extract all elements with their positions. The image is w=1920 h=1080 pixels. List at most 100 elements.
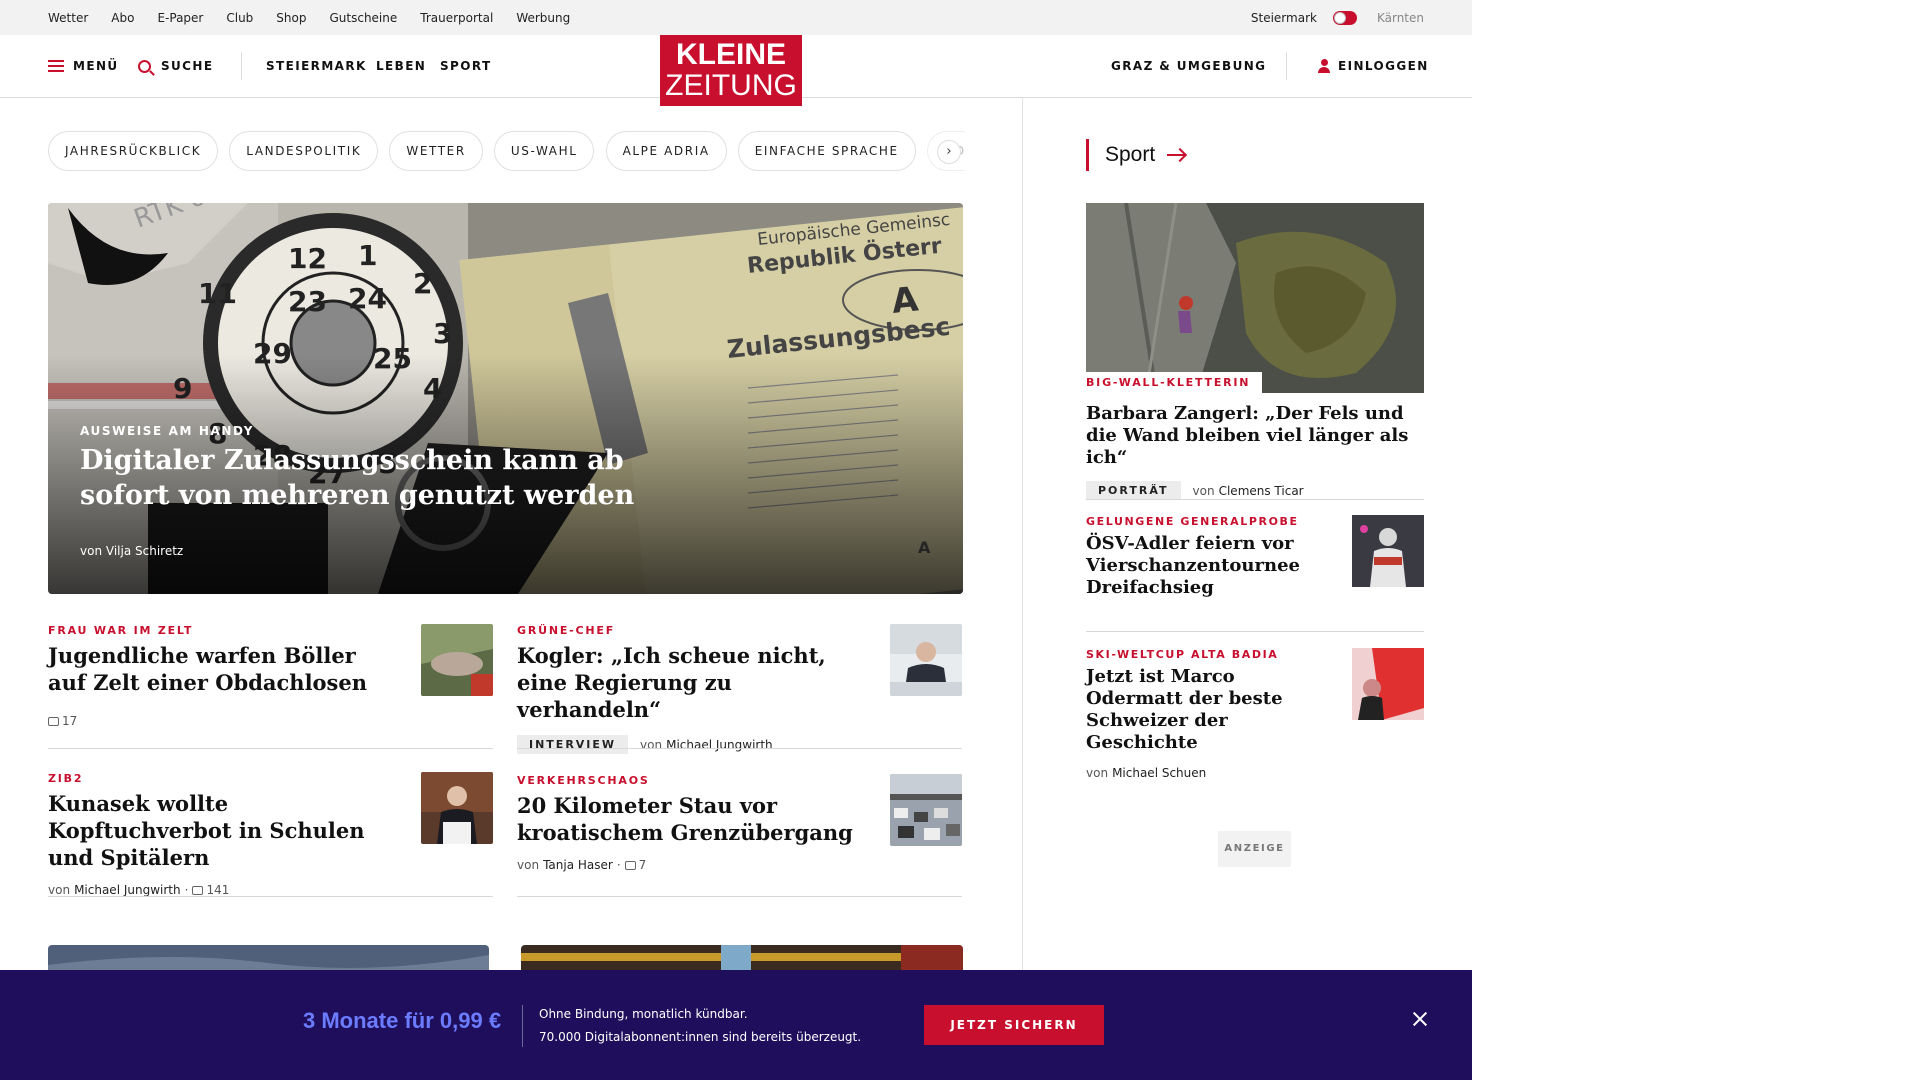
- teaser-article[interactable]: GRÜNE-CHEF Kogler: „Ich scheue nicht, ei…: [517, 624, 962, 754]
- chip-landespolitik[interactable]: LANDESPOLITIK: [229, 131, 379, 171]
- utility-link-wetter[interactable]: Wetter: [48, 11, 88, 25]
- logo-line1: KLEINE: [675, 38, 786, 71]
- teaser-author[interactable]: Michael Jungwirth: [666, 738, 773, 752]
- utility-link-abo[interactable]: Abo: [111, 11, 134, 25]
- hero-title[interactable]: Digitaler Zulassungsschein kann ab sofor…: [80, 443, 640, 513]
- chip-alpe-adria[interactable]: ALPE ADRIA: [605, 131, 727, 171]
- format-badge: INTERVIEW: [517, 735, 629, 754]
- region-steiermark[interactable]: Steiermark: [1251, 11, 1317, 25]
- comment-count[interactable]: 17: [62, 714, 77, 728]
- section-title: Sport: [1105, 143, 1156, 166]
- sport-article[interactable]: SKI-WELTCUP ALTA BADIA Jetzt ist Marco O…: [1086, 648, 1424, 780]
- hero-author[interactable]: Vilja Schiretz: [106, 544, 183, 558]
- sport-title[interactable]: Jetzt ist Marco Odermatt der beste Schwe…: [1086, 666, 1336, 754]
- teaser-article[interactable]: ZIB2 Kunasek wollte Kopftuchverbot in Sc…: [48, 772, 493, 897]
- teaser-meta: INTERVIEW von Michael Jungwirth: [517, 735, 962, 754]
- teaser-thumbnail: [421, 772, 493, 844]
- teaser-by: von: [48, 883, 71, 897]
- utility-link-trauerportal[interactable]: Trauerportal: [420, 11, 493, 25]
- subscribe-button[interactable]: JETZT SICHERN: [924, 1005, 1104, 1045]
- sport-title[interactable]: ÖSV-Adler feiern vor Vierschanzentournee…: [1086, 533, 1336, 599]
- chip-wetter[interactable]: WETTER: [389, 131, 483, 171]
- hero-kicker: AUSWEISE AM HANDY: [80, 424, 254, 438]
- arrow-right-icon: [1167, 154, 1186, 156]
- column-divider: [1022, 98, 1023, 970]
- main-header: MENÜ SUCHE STEIERMARK LEBEN SPORT KLEINE…: [0, 35, 1472, 106]
- teaser-title[interactable]: 20 Kilometer Stau vor kroatischem Grenzü…: [517, 792, 862, 846]
- sport-lead-kicker: BIG-WALL-KLETTERIN: [1086, 372, 1263, 394]
- teaser-author[interactable]: Tanja Haser: [543, 858, 613, 872]
- teaser-by: von: [640, 737, 663, 752]
- teaser-title[interactable]: Kogler: „Ich scheue nicht, eine Regierun…: [517, 642, 862, 723]
- teaser-thumbnail: [890, 624, 962, 696]
- svg-text:23: 23: [288, 285, 327, 318]
- svg-text:11: 11: [198, 277, 237, 310]
- hero-byline: von Vilja Schiretz: [80, 544, 183, 558]
- sport-article[interactable]: GELUNGENE GENERALPROBE ÖSV-Adler feiern …: [1086, 515, 1424, 632]
- location-selector[interactable]: GRAZ & UMGEBUNG: [1111, 35, 1266, 97]
- topic-chips: JAHRESRÜCKBLICK LANDESPOLITIK WETTER US-…: [48, 131, 965, 171]
- promo-divider: [522, 1005, 523, 1047]
- sport-by: von: [1192, 483, 1215, 498]
- chip-jahresrueckblick[interactable]: JAHRESRÜCKBLICK: [48, 131, 219, 171]
- sport-thumbnail: [1352, 648, 1424, 720]
- svg-text:2: 2: [413, 267, 432, 300]
- teaser-article[interactable]: VERKEHRSCHAOS 20 Kilometer Stau vor kroa…: [517, 774, 962, 897]
- teaser-thumbnail: [890, 774, 962, 846]
- sport-author[interactable]: Clemens Ticar: [1219, 484, 1304, 498]
- utility-link-club[interactable]: Club: [226, 11, 253, 25]
- utility-bar: Wetter Abo E-Paper Club Shop Gutscheine …: [0, 0, 1472, 35]
- teaser-title[interactable]: Kunasek wollte Kopftuchverbot in Schulen…: [48, 790, 393, 871]
- search-button[interactable]: SUCHE: [138, 35, 213, 97]
- nav-sport[interactable]: SPORT: [440, 35, 492, 97]
- search-icon: [138, 59, 151, 73]
- sport-author[interactable]: Michael Schuen: [1112, 766, 1206, 780]
- menu-button[interactable]: MENÜ: [48, 35, 119, 97]
- empty-gutter: [1472, 0, 1920, 1080]
- hero-article[interactable]: 1212 3411 9828 275 232425 29 Europäische…: [48, 203, 963, 594]
- format-badge: PORTRÄT: [1086, 481, 1181, 500]
- svg-text:24: 24: [348, 282, 387, 315]
- sport-lead-article[interactable]: Barbara Zangerl: „Der Fels und die Wand …: [1086, 403, 1424, 500]
- nav-leben[interactable]: LEBEN: [376, 35, 426, 97]
- comment-count[interactable]: 7: [639, 858, 647, 872]
- svg-text:1: 1: [358, 239, 377, 272]
- teaser-article[interactable]: FRAU WAR IM ZELT Jugendliche warfen Böll…: [48, 624, 493, 749]
- teaser-title[interactable]: Jugendliche warfen Böller auf Zelt einer…: [48, 642, 393, 696]
- chevron-right-icon[interactable]: ›: [937, 140, 961, 164]
- comment-icon: [624, 860, 636, 870]
- teaser-meta: von Michael Jungwirth · 141: [48, 883, 493, 897]
- section-header-sport[interactable]: Sport: [1086, 139, 1186, 171]
- close-icon[interactable]: [1412, 1011, 1428, 1027]
- comment-icon: [192, 885, 204, 895]
- login-label: EINLOGGEN: [1338, 59, 1429, 73]
- region-switch: Steiermark Kärnten: [1251, 0, 1424, 35]
- teaser-author[interactable]: Michael Jungwirth: [74, 883, 181, 897]
- comment-count[interactable]: 141: [206, 883, 229, 897]
- utility-link-shop[interactable]: Shop: [276, 11, 306, 25]
- header-divider-right: [1286, 52, 1287, 80]
- utility-link-gutscheine[interactable]: Gutscheine: [329, 11, 397, 25]
- toggle-knob: [1333, 11, 1346, 24]
- nav-steiermark[interactable]: STEIERMARK: [266, 35, 367, 97]
- promo-line2: 70.000 Digitalabonnent:innen sind bereit…: [539, 1030, 862, 1044]
- sport-lead-title[interactable]: Barbara Zangerl: „Der Fels und die Wand …: [1086, 403, 1424, 469]
- login-button[interactable]: EINLOGGEN: [1318, 35, 1429, 97]
- teaser-by: von: [517, 858, 540, 872]
- sport-divider: [1086, 499, 1424, 500]
- sport-lead-image: [1086, 203, 1424, 393]
- chip-us-wahl[interactable]: US-WAHL: [493, 131, 595, 171]
- logo-line2: ZEITUNG: [665, 69, 797, 102]
- teaser-divider: [517, 896, 962, 897]
- region-kaernten[interactable]: Kärnten: [1377, 11, 1424, 25]
- chip-einfache-sprache[interactable]: EINFACHE SPRACHE: [737, 131, 916, 171]
- utility-link-werbung[interactable]: Werbung: [516, 11, 570, 25]
- teaser-meta: 17: [48, 714, 493, 728]
- utility-link-epaper[interactable]: E-Paper: [157, 11, 203, 25]
- promo-price: 3 Monate für 0,99 €: [303, 1008, 502, 1033]
- sport-divider: [1086, 631, 1424, 632]
- comment-icon: [48, 716, 59, 726]
- region-toggle[interactable]: [1332, 10, 1357, 25]
- site-logo[interactable]: KLEINE ZEITUNG: [660, 35, 802, 106]
- page: Wetter Abo E-Paper Club Shop Gutscheine …: [0, 0, 1472, 1080]
